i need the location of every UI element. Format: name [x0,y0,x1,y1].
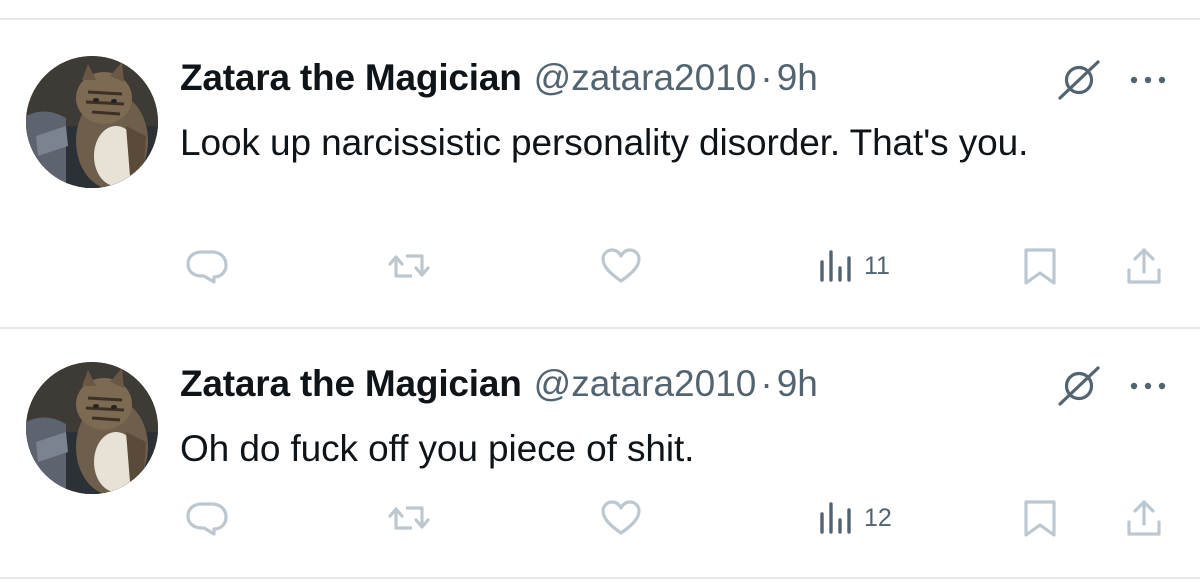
repost-button[interactable] [386,494,432,542]
share-button[interactable] [1124,242,1164,290]
avatar-cat-image [26,56,158,188]
repost-icon [388,254,430,278]
like-icon [601,248,641,283]
post-timestamp[interactable]: 9h [777,362,818,406]
author-name[interactable]: Zatara the Magician [180,56,522,100]
views-button[interactable]: 11 [818,242,890,290]
like-button[interactable] [598,242,644,290]
views-count: 12 [864,503,892,532]
bookmark-button[interactable] [1020,494,1060,542]
views-count: 11 [864,251,890,280]
reply-button[interactable] [184,242,230,290]
avatar-cat-image [26,362,158,494]
share-icon [1127,500,1161,536]
top-divider [0,18,1200,20]
reply-icon [186,250,228,284]
bookmark-button[interactable] [1020,242,1060,290]
reply-button[interactable] [184,494,230,542]
repost-button[interactable] [386,242,432,290]
post[interactable]: Zatara the Magician @zatara2010 · 9h Oh … [0,362,1200,562]
post-text: Look up narcissistic personality disorde… [180,122,1029,163]
more-icon[interactable] [1128,74,1168,86]
more-icon[interactable] [1128,380,1168,392]
post-actions: 11 [0,242,1200,290]
views-icon [820,250,851,282]
post-header: Zatara the Magician @zatara2010 · 9h [180,362,818,406]
avatar[interactable] [26,362,158,494]
post-actions: 12 [0,494,1200,542]
post-header: Zatara the Magician @zatara2010 · 9h [180,56,818,100]
views-icon [820,502,851,534]
views-button[interactable]: 12 [818,494,892,542]
separator-dot: · [760,57,773,98]
bookmark-icon [1024,500,1056,537]
share-icon [1127,248,1161,284]
like-button[interactable] [598,494,644,542]
author-handle[interactable]: @zatara2010 [534,362,757,406]
bottom-divider [0,577,1200,579]
grok-icon[interactable] [1056,60,1102,100]
repost-icon [388,506,430,530]
share-button[interactable] [1124,494,1164,542]
post-timestamp[interactable]: 9h [777,56,818,100]
post-text: Oh do fuck off you piece of shit. [180,428,695,469]
avatar[interactable] [26,56,158,188]
bookmark-icon [1024,248,1056,285]
post[interactable]: Zatara the Magician @zatara2010 · 9h Loo… [0,56,1200,316]
author-name[interactable]: Zatara the Magician [180,362,522,406]
reply-icon [186,502,228,536]
grok-icon[interactable] [1056,366,1102,406]
separator-dot: · [760,363,773,404]
like-icon [601,500,641,535]
post-divider [0,327,1200,329]
author-handle[interactable]: @zatara2010 [534,56,757,100]
